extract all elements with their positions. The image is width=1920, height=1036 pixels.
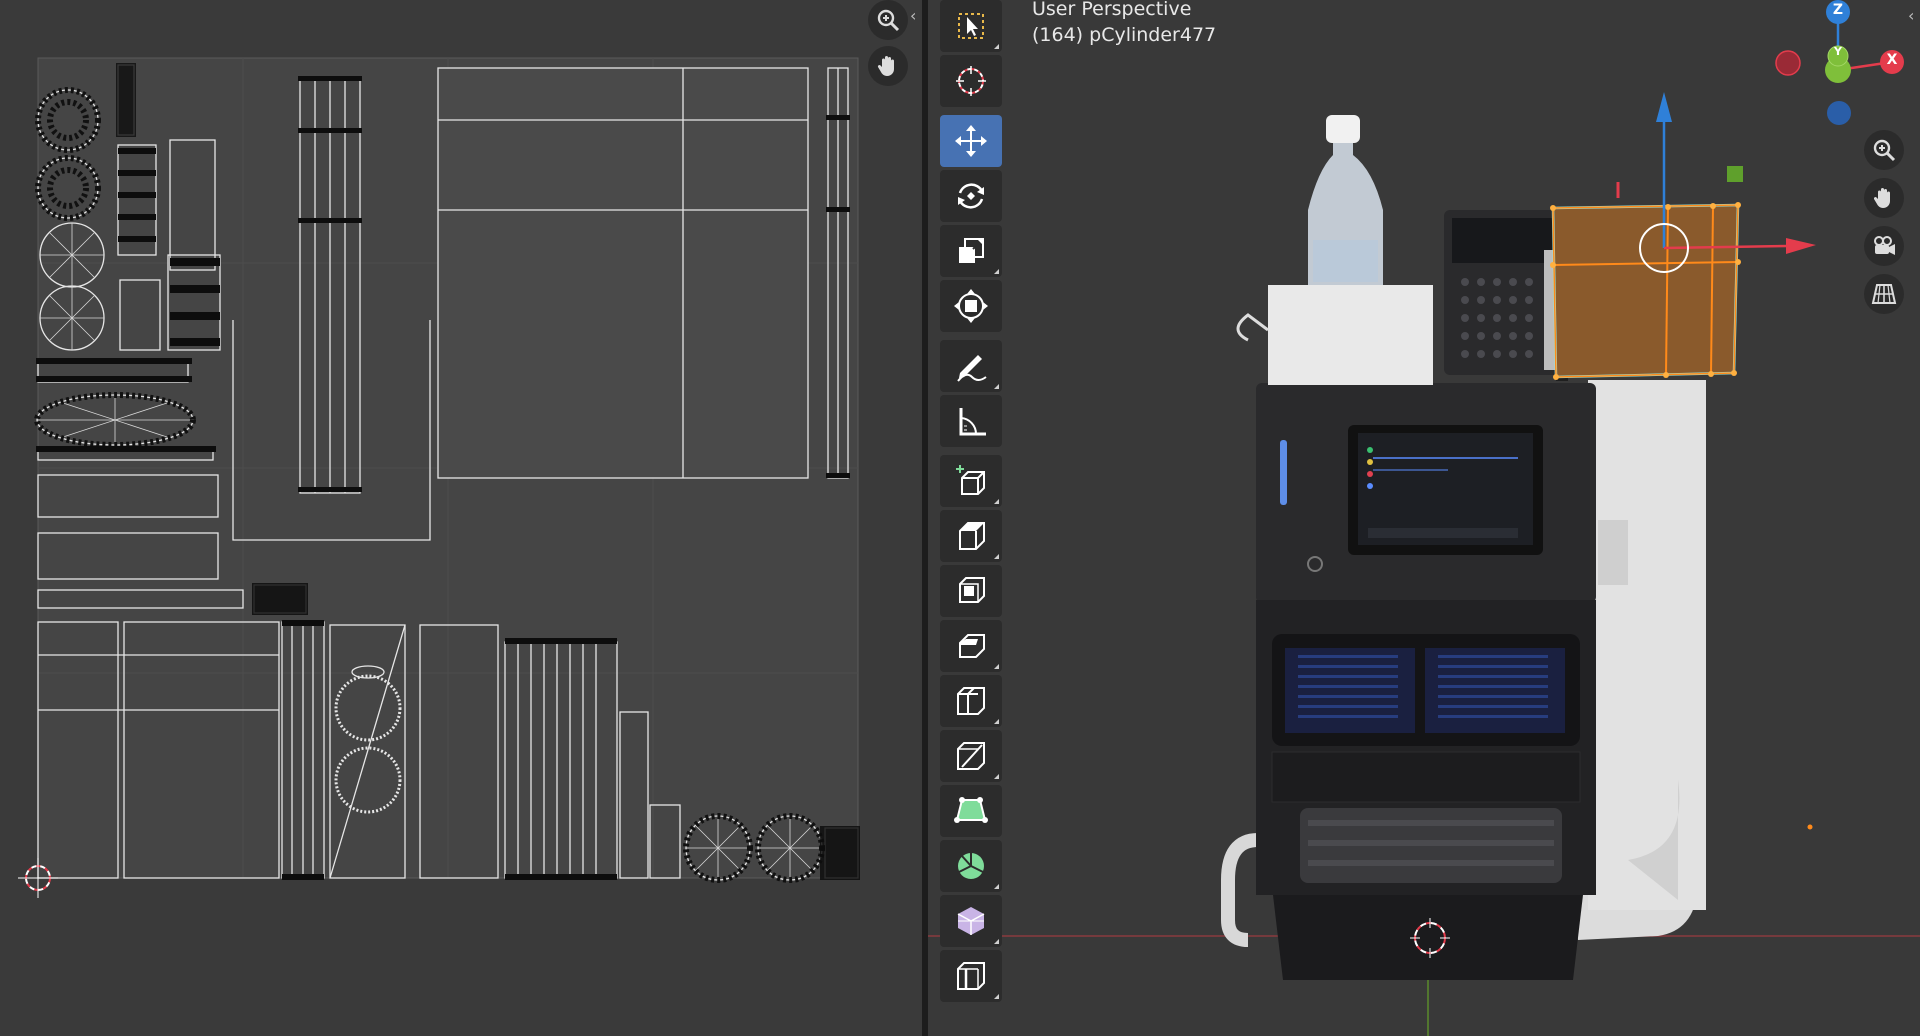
gizmo-neg-z-ball[interactable] <box>1827 101 1851 125</box>
viewport-camera-button[interactable] <box>1864 226 1904 266</box>
rotate-icon <box>958 183 984 209</box>
loop-cut-icon <box>957 687 985 715</box>
tool-scale[interactable] <box>940 225 1002 277</box>
tool-inset-faces[interactable] <box>940 565 1002 617</box>
viewport-pan-button[interactable] <box>1864 178 1904 218</box>
extrude-icon <box>959 522 985 550</box>
selected-mesh-pcylinder477[interactable] <box>1550 182 1741 380</box>
cursor-icon <box>956 66 986 96</box>
tool-spin[interactable] <box>940 840 1002 892</box>
collapse-arrow-icon[interactable]: ‹ <box>910 6 916 25</box>
edge-slide-icon <box>957 962 985 990</box>
3d-viewport[interactable]: Z Y X ‹ User Perspective (164) pCylinder… <box>928 0 1920 1036</box>
gizmo-neg-x-ball[interactable] <box>1775 50 1801 76</box>
zoom-icon <box>1873 139 1896 162</box>
gizmo-z-label: Z <box>1832 2 1844 18</box>
uv-canvas[interactable] <box>0 0 922 1036</box>
knife-icon <box>957 742 985 770</box>
tool-smooth[interactable] <box>940 895 1002 947</box>
bevel-icon <box>959 634 985 658</box>
transform-icon <box>954 289 988 323</box>
inset-icon <box>959 577 985 603</box>
hand-icon <box>1873 188 1890 208</box>
tool-cursor[interactable] <box>940 55 1002 107</box>
move-icon <box>955 125 987 157</box>
uv-zoom-button[interactable] <box>868 0 908 40</box>
tool-add-cube[interactable] <box>940 455 1002 507</box>
zoom-icon <box>877 9 900 32</box>
tool-extrude-region[interactable] <box>940 510 1002 562</box>
poly-build-icon <box>954 797 988 823</box>
tool-bevel[interactable] <box>940 620 1002 672</box>
tool-transform[interactable] <box>940 280 1002 332</box>
tool-annotate[interactable] <box>940 340 1002 392</box>
tool-knife[interactable] <box>940 730 1002 782</box>
tool-edge-slide[interactable] <box>940 950 1002 1002</box>
uv-editor-panel[interactable]: ‹ <box>0 0 922 1036</box>
viewport-zoom-button[interactable] <box>1864 130 1904 170</box>
pencil-icon <box>957 355 987 382</box>
smooth-icon <box>957 907 985 935</box>
uv-pan-button[interactable] <box>868 46 908 86</box>
tool-loop-cut[interactable] <box>940 675 1002 727</box>
viewport-grid-button[interactable] <box>1864 274 1904 314</box>
ruler-icon <box>959 408 986 436</box>
add-cube-icon <box>956 465 985 495</box>
active-object-label: (164) pCylinder477 <box>1032 24 1217 46</box>
gizmo-x-label: X <box>1886 52 1898 68</box>
gizmo-y-label: Y <box>1834 45 1842 58</box>
grid-icon <box>1871 284 1897 304</box>
spin-icon <box>958 853 984 879</box>
gizmo-plane-handle[interactable] <box>1727 166 1743 182</box>
viewport-mode-title: User Perspective <box>1032 0 1192 20</box>
origin-point <box>1807 824 1813 830</box>
hand-icon <box>877 56 894 76</box>
tool-measure[interactable] <box>940 395 1002 447</box>
gizmo-x-arrow-head[interactable] <box>1786 238 1816 254</box>
gizmo-z-arrow-head[interactable] <box>1656 92 1672 122</box>
sidebar-collapse-icon[interactable]: ‹ <box>1908 6 1914 25</box>
viewport-scene[interactable] <box>928 0 1920 1036</box>
camera-icon <box>1874 236 1895 255</box>
tool-select-box[interactable] <box>940 0 1002 52</box>
tool-move[interactable] <box>940 115 1002 167</box>
tool-rotate[interactable] <box>940 170 1002 222</box>
select-box-icon <box>958 13 984 39</box>
tool-poly-build[interactable] <box>940 785 1002 837</box>
scale-icon <box>959 238 984 263</box>
